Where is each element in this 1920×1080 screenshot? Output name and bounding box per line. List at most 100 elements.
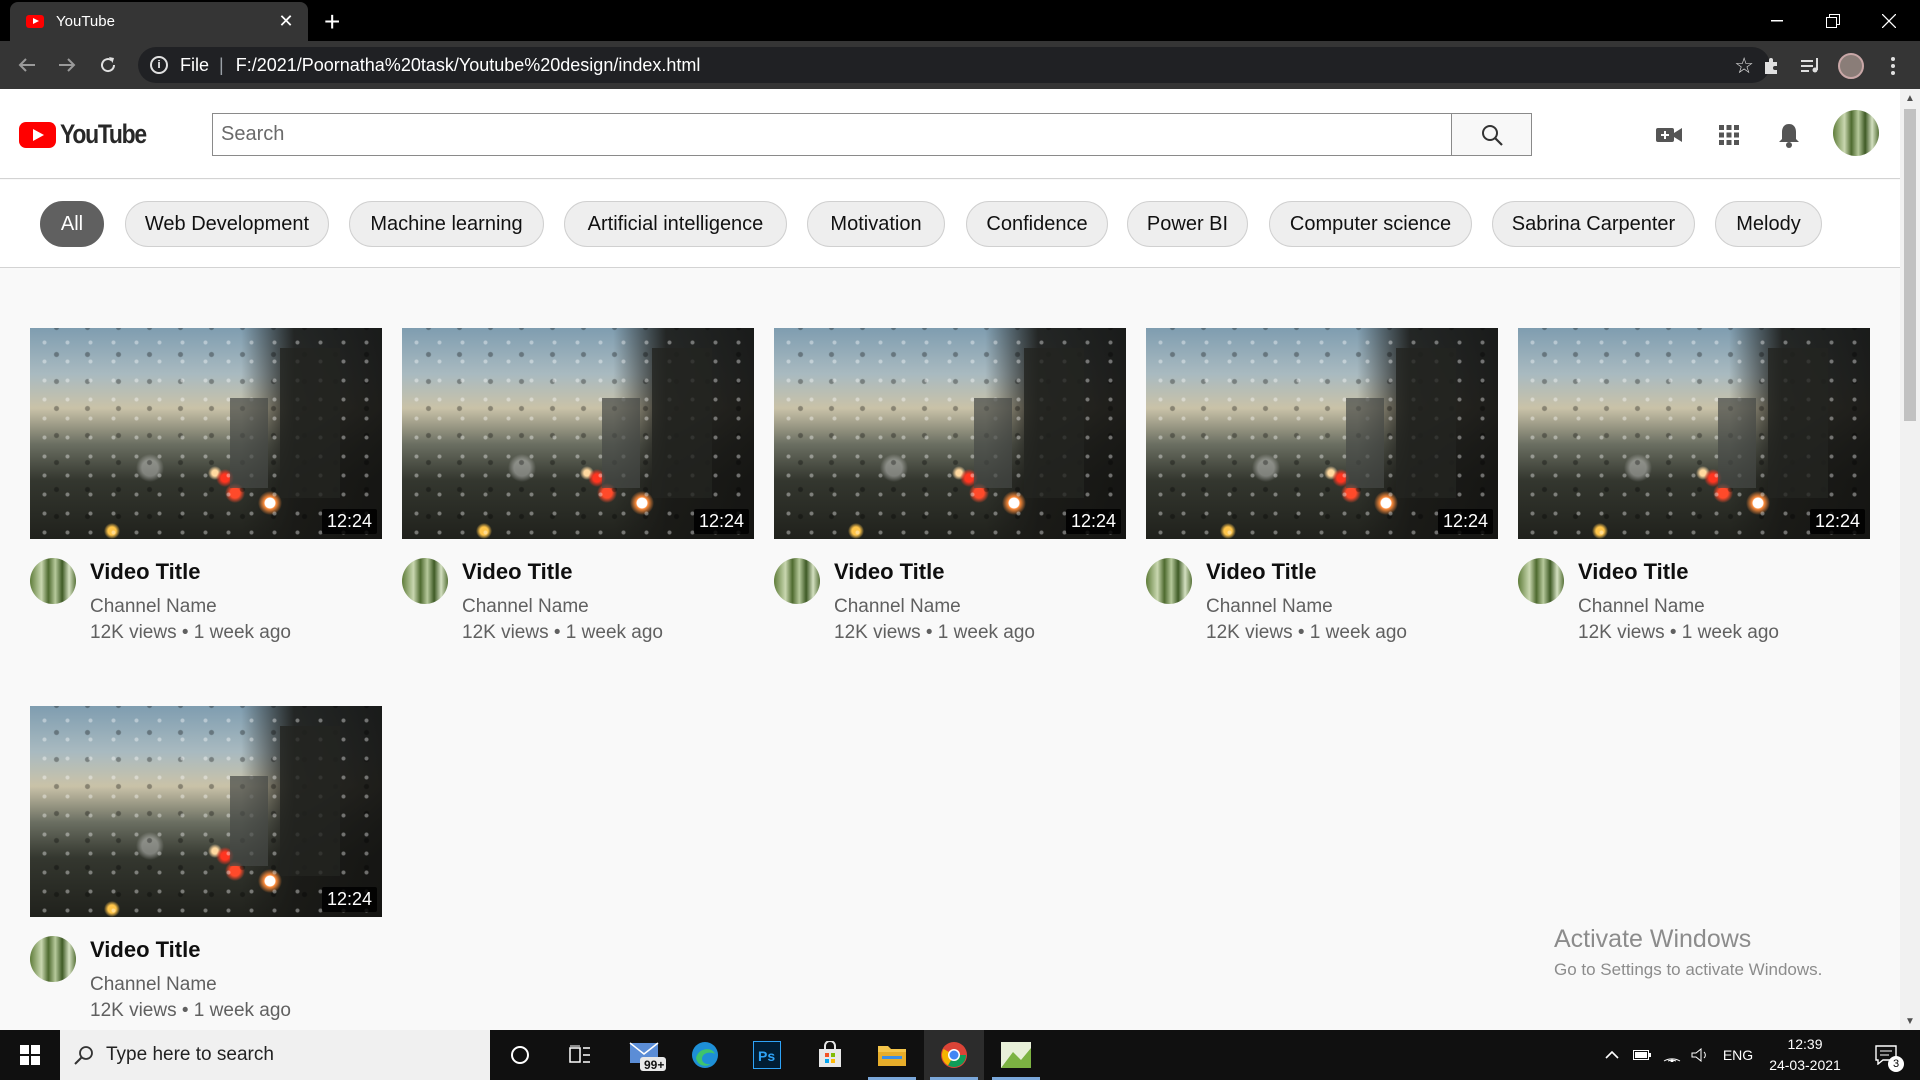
wifi-icon[interactable] bbox=[1660, 1030, 1684, 1080]
create-video-button[interactable] bbox=[1653, 119, 1685, 151]
video-stats: 12K views • 1 week ago bbox=[90, 1000, 291, 1021]
taskbar-search-box[interactable]: Type here to search bbox=[60, 1030, 490, 1080]
notifications-button[interactable] bbox=[1773, 119, 1805, 151]
channel-name[interactable]: Channel Name bbox=[834, 596, 961, 618]
channel-avatar[interactable] bbox=[1518, 558, 1564, 604]
search-button[interactable] bbox=[1451, 114, 1531, 155]
chip-power-bi[interactable]: Power BI bbox=[1127, 201, 1248, 247]
file-explorer-icon[interactable] bbox=[862, 1030, 922, 1080]
youtube-logo[interactable]: YouTube bbox=[19, 119, 161, 150]
bell-icon bbox=[1779, 124, 1799, 148]
channel-name[interactable]: Channel Name bbox=[462, 596, 589, 618]
channel-avatar[interactable] bbox=[30, 558, 76, 604]
chip-melody[interactable]: Melody bbox=[1715, 201, 1822, 247]
battery-icon[interactable] bbox=[1630, 1030, 1654, 1080]
video-camera-icon bbox=[1656, 128, 1682, 142]
channel-avatar[interactable] bbox=[402, 558, 448, 604]
channel-avatar[interactable] bbox=[30, 936, 76, 982]
reload-icon bbox=[101, 57, 116, 73]
video-thumbnail[interactable]: 12:24 bbox=[30, 706, 382, 917]
account-avatar[interactable] bbox=[1833, 110, 1879, 156]
new-tab-button[interactable]: + bbox=[324, 6, 340, 38]
chip-confidence[interactable]: Confidence bbox=[966, 201, 1108, 247]
video-title[interactable]: Video Title bbox=[462, 559, 572, 585]
video-title[interactable]: Video Title bbox=[90, 559, 200, 585]
channel-avatar[interactable] bbox=[1146, 558, 1192, 604]
photoshop-icon[interactable]: Ps bbox=[737, 1030, 797, 1080]
video-thumbnail[interactable]: 12:24 bbox=[30, 328, 382, 539]
scroll-down-icon[interactable]: ▼ bbox=[1900, 1012, 1920, 1030]
extensions-icon[interactable] bbox=[1759, 53, 1785, 79]
channel-name[interactable]: Channel Name bbox=[90, 596, 217, 618]
profile-avatar[interactable] bbox=[1838, 53, 1864, 79]
image-viewer-icon[interactable] bbox=[986, 1030, 1046, 1080]
scrollbar-thumb[interactable] bbox=[1904, 109, 1916, 421]
video-stats: 12K views • 1 week ago bbox=[90, 622, 291, 643]
video-thumbnail[interactable]: 12:24 bbox=[774, 328, 1126, 539]
store-icon[interactable] bbox=[800, 1030, 860, 1080]
forward-button[interactable] bbox=[52, 51, 82, 79]
chip-artificial-intelligence[interactable]: Artificial intelligence bbox=[564, 201, 787, 247]
taskbar-clock[interactable]: 12:39 24-03-2021 bbox=[1760, 1034, 1850, 1076]
edge-browser-icon[interactable] bbox=[675, 1030, 735, 1080]
language-indicator[interactable]: ENG bbox=[1718, 1030, 1758, 1080]
cortana-button[interactable] bbox=[490, 1030, 550, 1080]
chip-all[interactable]: All bbox=[40, 201, 104, 247]
video-card[interactable]: 12:24 Video Title Channel Name 12K views… bbox=[402, 328, 754, 649]
channel-avatar[interactable] bbox=[774, 558, 820, 604]
back-button[interactable] bbox=[12, 51, 42, 79]
tab-close-icon[interactable]: ✕ bbox=[276, 11, 296, 32]
volume-icon[interactable] bbox=[1688, 1030, 1712, 1080]
forward-arrow-icon bbox=[59, 58, 76, 72]
video-card[interactable]: 12:24 Video Title Channel Name 12K views… bbox=[774, 328, 1126, 649]
close-window-button[interactable] bbox=[1861, 0, 1917, 41]
browser-tab[interactable]: YouTube ✕ bbox=[10, 2, 308, 41]
video-duration: 12:24 bbox=[321, 887, 377, 912]
chrome-menu-icon[interactable] bbox=[1880, 53, 1906, 79]
channel-name[interactable]: Channel Name bbox=[90, 974, 217, 996]
windows-logo-icon bbox=[20, 1045, 40, 1065]
video-title[interactable]: Video Title bbox=[834, 559, 944, 585]
channel-name[interactable]: Channel Name bbox=[1206, 596, 1333, 618]
apps-grid-button[interactable] bbox=[1713, 119, 1745, 151]
mail-app-icon[interactable]: 99+ bbox=[618, 1030, 678, 1080]
media-queue-icon[interactable] bbox=[1798, 53, 1824, 79]
chip-motivation[interactable]: Motivation bbox=[807, 201, 945, 247]
task-view-button[interactable] bbox=[550, 1030, 610, 1080]
tab-title: YouTube bbox=[56, 13, 115, 30]
tray-overflow-icon[interactable] bbox=[1600, 1030, 1624, 1080]
watermark-title: Activate Windows bbox=[1554, 925, 1752, 953]
minimize-button[interactable] bbox=[1749, 0, 1805, 41]
reload-button[interactable] bbox=[93, 51, 123, 79]
search-input[interactable] bbox=[213, 114, 1451, 155]
video-title[interactable]: Video Title bbox=[1578, 559, 1688, 585]
chip-machine-learning[interactable]: Machine learning bbox=[349, 201, 544, 247]
video-thumbnail[interactable]: 12:24 bbox=[402, 328, 754, 539]
notification-center-button[interactable]: 3 bbox=[1866, 1030, 1906, 1080]
video-card[interactable]: 12:24 Video Title Channel Name 12K views… bbox=[1146, 328, 1498, 649]
chip-web-development[interactable]: Web Development bbox=[125, 201, 329, 247]
restore-button[interactable] bbox=[1805, 0, 1861, 41]
video-card[interactable]: 12:24 Video Title Channel Name 12K views… bbox=[30, 706, 382, 1027]
url-text[interactable]: F:/2021/Poornatha%20task/Youtube%20desig… bbox=[236, 55, 701, 76]
video-thumbnail[interactable]: 12:24 bbox=[1146, 328, 1498, 539]
chip-computer-science[interactable]: Computer science bbox=[1269, 201, 1472, 247]
info-icon[interactable]: i bbox=[150, 56, 168, 74]
video-title[interactable]: Video Title bbox=[1206, 559, 1316, 585]
scroll-up-icon[interactable]: ▲ bbox=[1900, 89, 1920, 107]
video-card[interactable]: 12:24 Video Title Channel Name 12K views… bbox=[1518, 328, 1870, 649]
logo-text: YouTube bbox=[60, 119, 147, 149]
start-button[interactable] bbox=[0, 1030, 60, 1080]
bookmark-star-icon[interactable]: ☆ bbox=[1734, 53, 1754, 79]
chip-sabrina-carpenter[interactable]: Sabrina Carpenter bbox=[1492, 201, 1695, 247]
video-stats: 12K views • 1 week ago bbox=[834, 622, 1035, 643]
video-duration: 12:24 bbox=[1437, 509, 1493, 534]
video-duration: 12:24 bbox=[1065, 509, 1121, 534]
chrome-icon[interactable] bbox=[924, 1030, 984, 1080]
video-title[interactable]: Video Title bbox=[90, 937, 200, 963]
page-scrollbar[interactable]: ▲ ▼ bbox=[1900, 89, 1920, 1030]
video-card[interactable]: 12:24 Video Title Channel Name 12K views… bbox=[30, 328, 382, 649]
address-bar[interactable]: i File | F:/2021/Poornatha%20task/Youtub… bbox=[138, 47, 1770, 83]
channel-name[interactable]: Channel Name bbox=[1578, 596, 1705, 618]
video-thumbnail[interactable]: 12:24 bbox=[1518, 328, 1870, 539]
